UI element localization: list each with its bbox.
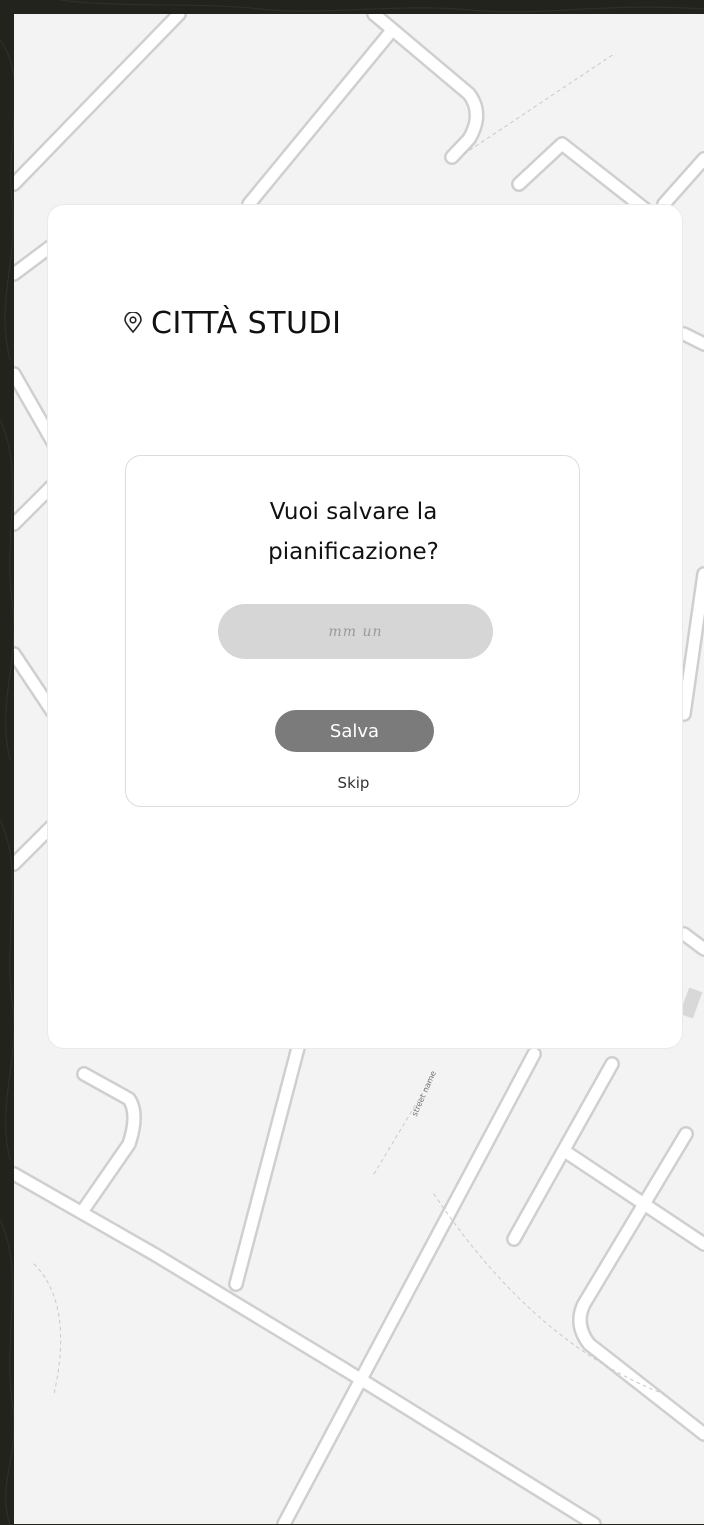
dialog-question: Vuoi salvare la pianificazione? — [126, 492, 581, 572]
save-dialog: Vuoi salvare la pianificazione? mm un Sa… — [125, 455, 580, 807]
location-header: CITTÀ STUDI — [123, 303, 341, 343]
save-button[interactable]: Salva — [275, 710, 434, 752]
map-pin-icon — [123, 311, 143, 334]
dialog-question-line-2: pianificazione? — [268, 539, 439, 565]
input-scribble-text: mm un — [328, 623, 383, 640]
location-title: CITTÀ STUDI — [151, 305, 342, 341]
plan-name-input[interactable]: mm un — [218, 604, 493, 659]
skip-link[interactable]: Skip — [126, 774, 581, 792]
dialog-question-line-1: Vuoi salvare la — [269, 499, 438, 525]
